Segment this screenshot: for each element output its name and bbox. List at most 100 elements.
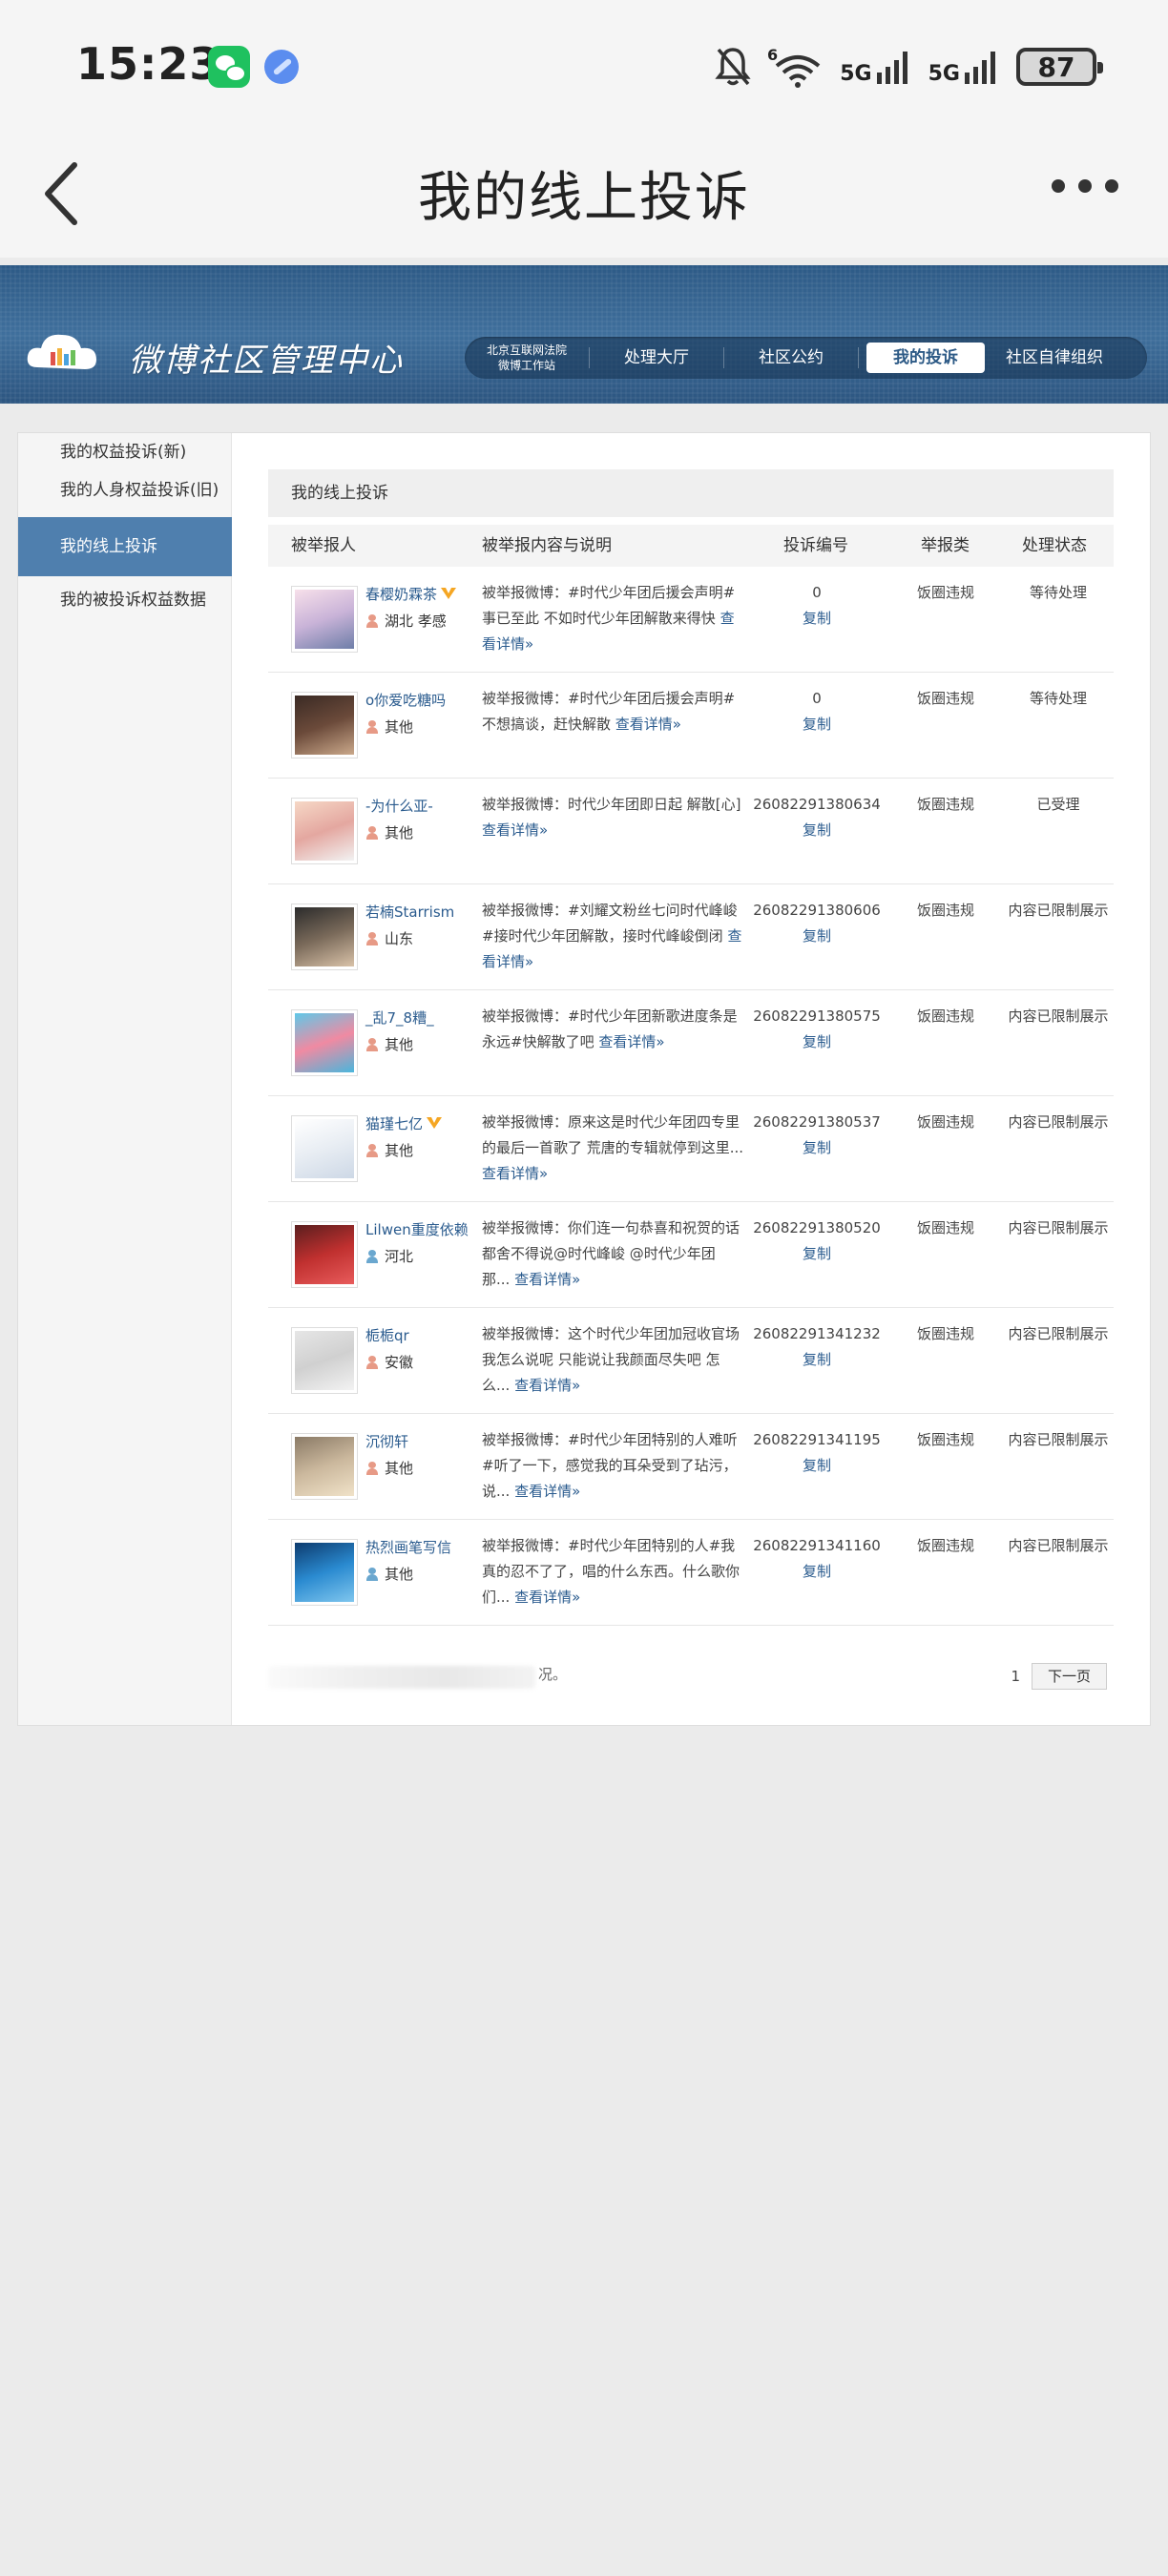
- number-text: 26082291380575: [753, 1008, 881, 1025]
- report-type: 饭圈违规: [916, 1113, 974, 1131]
- sidebar-item-personal-rights-old[interactable]: 我的人身权益投诉(旧): [18, 471, 232, 509]
- table-row: 栀栀qr 安徽 被举报微博：这个时代少年团加冠收官场我怎么说呢 只能说让我颜面尽…: [268, 1308, 1114, 1414]
- reported-user-name[interactable]: 沉彻轩: [365, 1431, 408, 1451]
- location-text: 安徽: [385, 1354, 414, 1371]
- reported-user-name[interactable]: Lilwen重度依赖: [365, 1219, 469, 1239]
- person-icon: [365, 932, 379, 945]
- process-status: 等待处理: [1029, 584, 1087, 601]
- view-details-link[interactable]: 查看详情»: [615, 716, 681, 733]
- copy-link[interactable]: 复制: [750, 1029, 884, 1055]
- header-type: 举报类: [921, 536, 970, 555]
- view-details-link[interactable]: 查看详情»: [514, 1377, 580, 1394]
- avatar[interactable]: [291, 798, 358, 864]
- report-type: 饭圈违规: [916, 584, 974, 601]
- number-text: 26082291380634: [753, 796, 881, 813]
- report-type: 饭圈违规: [916, 1008, 974, 1025]
- copy-link[interactable]: 复制: [750, 924, 884, 949]
- footer-blurred-text: [268, 1666, 535, 1689]
- page-title: 我的线上投诉: [418, 167, 750, 229]
- more-options-icon[interactable]: [1052, 179, 1118, 193]
- nav-my-complaints[interactable]: 我的投诉: [866, 343, 985, 373]
- reported-user-name[interactable]: 热烈画笔写信: [365, 1537, 451, 1557]
- view-details-link[interactable]: 查看详情»: [514, 1271, 580, 1288]
- reported-user-name[interactable]: _乱7_8糟_: [365, 1008, 434, 1028]
- battery-icon: 87: [1016, 48, 1103, 86]
- svg-text:6: 6: [767, 46, 778, 64]
- avatar[interactable]: [291, 1433, 358, 1500]
- pagination: 1 下一页: [1011, 1663, 1107, 1690]
- nav-beijing-court[interactable]: 北京互联网法院 微博工作站: [465, 343, 589, 373]
- avatar[interactable]: [291, 1115, 358, 1182]
- sidebar-item-rights-new[interactable]: 我的权益投诉(新): [18, 433, 232, 471]
- avatar[interactable]: [291, 1327, 358, 1394]
- user-location: 其他: [365, 822, 413, 842]
- sidebar-item-online-complaints[interactable]: 我的线上投诉: [18, 517, 232, 576]
- user-location: 其他: [365, 717, 413, 737]
- next-page-button[interactable]: 下一页: [1031, 1663, 1107, 1690]
- reported-user-name[interactable]: -为什么亚-: [365, 796, 433, 816]
- description-text: 被举报微博：#时代少年团后援会声明#事已至此 不如时代少年团解散来得快: [482, 584, 736, 627]
- reported-user-name[interactable]: 春樱奶霖茶: [365, 584, 457, 604]
- table-row: 热烈画笔写信 其他 被举报微博：#时代少年团特别的人#我真的忍不了了，唱的什么东…: [268, 1520, 1114, 1626]
- avatar[interactable]: [291, 1221, 358, 1288]
- complaint-number: 26082291341195 复制: [750, 1427, 884, 1479]
- sidebar-item-complained-data[interactable]: 我的被投诉权益数据: [18, 581, 232, 619]
- person-icon: [365, 826, 379, 840]
- avatar[interactable]: [291, 904, 358, 970]
- process-status: 内容已限制展示: [1008, 1113, 1109, 1131]
- copy-link[interactable]: 复制: [750, 1241, 884, 1267]
- copy-link[interactable]: 复制: [750, 1347, 884, 1373]
- view-details-link[interactable]: 查看详情»: [482, 1165, 548, 1182]
- user-name-text: -为什么亚-: [365, 798, 433, 815]
- page-number[interactable]: 1: [1011, 1668, 1020, 1685]
- user-name-text: 栀栀qr: [365, 1327, 409, 1344]
- header-number: 投诉编号: [783, 536, 848, 555]
- header-status: 处理状态: [1022, 536, 1087, 555]
- nav-hall[interactable]: 处理大厅: [590, 343, 723, 373]
- user-location: 其他: [365, 1034, 413, 1054]
- description-text: 被举报微博：时代少年团即日起 解散[心]: [482, 796, 741, 813]
- content-title: 我的线上投诉: [268, 469, 1114, 517]
- complaint-number: 26082291380606 复制: [750, 898, 884, 949]
- complaint-number: 26082291380634 复制: [750, 792, 884, 843]
- report-type: 饭圈违规: [916, 1325, 974, 1342]
- reported-user-name[interactable]: 栀栀qr: [365, 1325, 409, 1345]
- reported-user-name[interactable]: 猫瑾七亿: [365, 1113, 443, 1133]
- view-details-link[interactable]: 查看详情»: [598, 1033, 664, 1050]
- avatar[interactable]: [291, 586, 358, 653]
- view-details-link[interactable]: 查看详情»: [482, 821, 548, 839]
- view-details-link[interactable]: 查看详情»: [514, 1483, 580, 1500]
- avatar[interactable]: [291, 1539, 358, 1606]
- reported-user-name[interactable]: 若楠Starrism: [365, 902, 454, 922]
- nav-self-discipline[interactable]: 社区自律组织: [992, 343, 1116, 373]
- process-status: 已受理: [1036, 796, 1080, 813]
- table-row: 春樱奶霖茶 湖北 孝感 被举报微博：#时代少年团后援会声明#事已至此 不如时代少…: [268, 567, 1114, 673]
- complaint-number: 26082291341160 复制: [750, 1533, 884, 1585]
- process-status: 内容已限制展示: [1008, 1325, 1109, 1342]
- avatar[interactable]: [291, 1009, 358, 1076]
- location-text: 其他: [385, 1460, 414, 1477]
- user-name-text: 春樱奶霖茶: [365, 586, 438, 603]
- complaint-description: 被举报微博：#时代少年团新歌进度条是永远#快解散了吧 查看详情»: [482, 1004, 747, 1055]
- user-location: 河北: [365, 1246, 413, 1266]
- copy-link[interactable]: 复制: [750, 1135, 884, 1161]
- signal-2-icon: 5G: [928, 48, 1001, 86]
- reported-user-name[interactable]: o你爱吃糖吗: [365, 690, 446, 710]
- view-details-link[interactable]: 查看详情»: [514, 1589, 580, 1606]
- table-row: 猫瑾七亿 其他 被举报微博：原来这是时代少年团四专里的最后一首歌了 荒唐的专辑就…: [268, 1096, 1114, 1202]
- copy-link[interactable]: 复制: [750, 606, 884, 632]
- copy-link[interactable]: 复制: [750, 1559, 884, 1585]
- copy-link[interactable]: 复制: [750, 712, 884, 737]
- nav-convention[interactable]: 社区公约: [724, 343, 858, 373]
- location-text: 山东: [385, 930, 414, 947]
- copy-link[interactable]: 复制: [750, 818, 884, 843]
- report-type: 饭圈违规: [916, 690, 974, 707]
- report-type: 饭圈违规: [916, 1219, 974, 1236]
- avatar[interactable]: [291, 692, 358, 758]
- user-location: 其他: [365, 1458, 413, 1478]
- wifi-icon: 6: [767, 46, 821, 88]
- complaint-description: 被举报微博：#时代少年团特别的人#我真的忍不了了，唱的什么东西。什么歌你们...…: [482, 1533, 747, 1610]
- user-location: 其他: [365, 1140, 413, 1160]
- sidebar: 我的权益投诉(新) 我的人身权益投诉(旧) 我的线上投诉 我的被投诉权益数据: [18, 433, 232, 1725]
- copy-link[interactable]: 复制: [750, 1453, 884, 1479]
